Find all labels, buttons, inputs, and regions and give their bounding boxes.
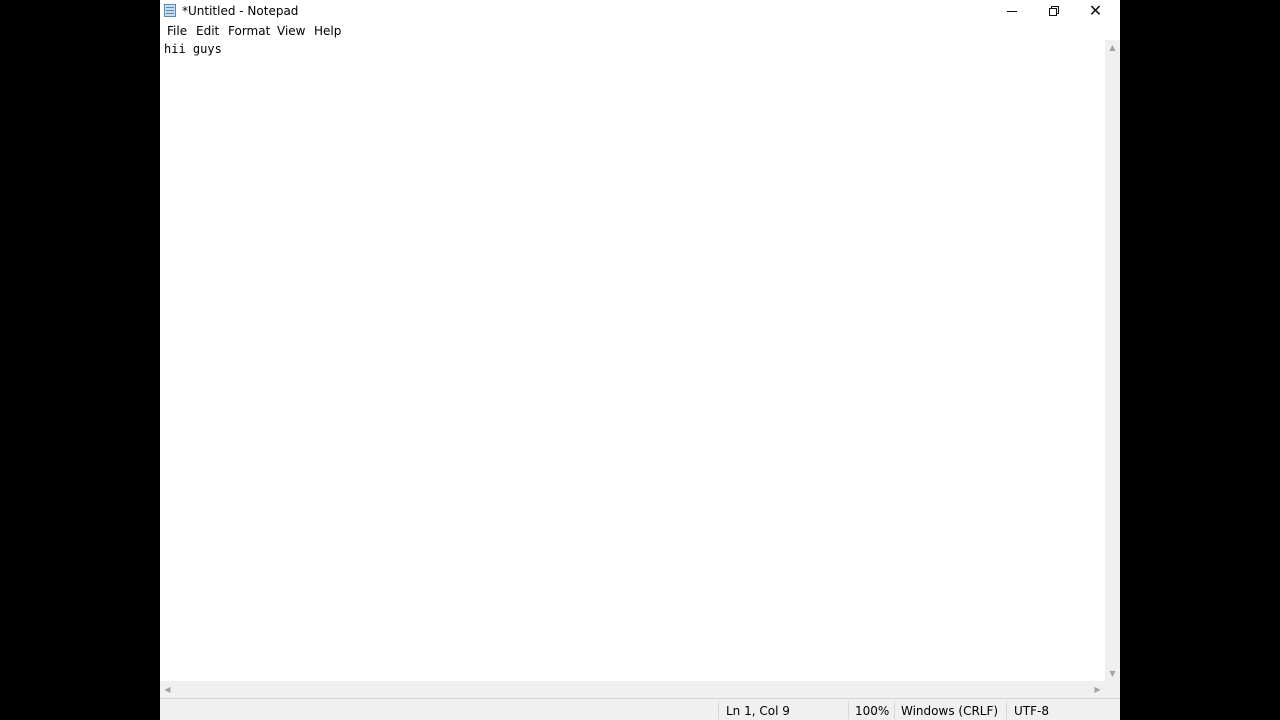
status-bar: Ln 1, Col 9 100% Windows (CRLF) UTF-8	[160, 698, 1120, 720]
scroll-up-icon[interactable]: ▲	[1105, 40, 1120, 55]
minimize-button[interactable]	[989, 0, 1034, 21]
status-separator	[894, 701, 895, 719]
restore-icon	[1048, 5, 1059, 16]
text-editor-area[interactable]: hii guys	[160, 40, 1105, 681]
horizontal-scrollbar[interactable]: ◀ ▶	[160, 681, 1105, 698]
menu-help[interactable]: Help	[314, 24, 341, 38]
status-encoding: UTF-8	[1014, 704, 1049, 718]
status-separator	[848, 701, 849, 719]
menu-file[interactable]: File	[167, 24, 187, 38]
status-separator	[1006, 701, 1007, 719]
status-cursor-position: Ln 1, Col 9	[726, 704, 790, 718]
close-icon: ✕	[1088, 0, 1103, 20]
status-zoom: 100%	[855, 704, 890, 718]
window-title: *Untitled - Notepad	[182, 4, 299, 18]
scroll-down-icon[interactable]: ▼	[1105, 666, 1120, 681]
close-button[interactable]: ✕	[1073, 0, 1118, 21]
vertical-scrollbar[interactable]: ▲ ▼	[1105, 40, 1120, 681]
status-line-ending: Windows (CRLF)	[901, 704, 999, 718]
scroll-right-icon[interactable]: ▶	[1090, 682, 1105, 697]
editor-content[interactable]: hii guys	[164, 42, 222, 56]
scrollbar-corner	[1105, 681, 1120, 698]
menu-bar: File Edit Format View Help	[160, 21, 1120, 41]
scroll-left-icon[interactable]: ◀	[160, 682, 175, 697]
minimize-icon	[1006, 10, 1017, 12]
title-bar[interactable]: *Untitled - Notepad ✕	[160, 0, 1120, 21]
menu-view[interactable]: View	[277, 24, 305, 38]
menu-edit[interactable]: Edit	[196, 24, 219, 38]
menu-format[interactable]: Format	[228, 24, 270, 38]
notepad-icon	[164, 4, 176, 17]
status-separator	[718, 701, 719, 719]
notepad-window: *Untitled - Notepad ✕ File Edit Format V…	[160, 0, 1120, 720]
restore-button[interactable]	[1031, 0, 1076, 21]
